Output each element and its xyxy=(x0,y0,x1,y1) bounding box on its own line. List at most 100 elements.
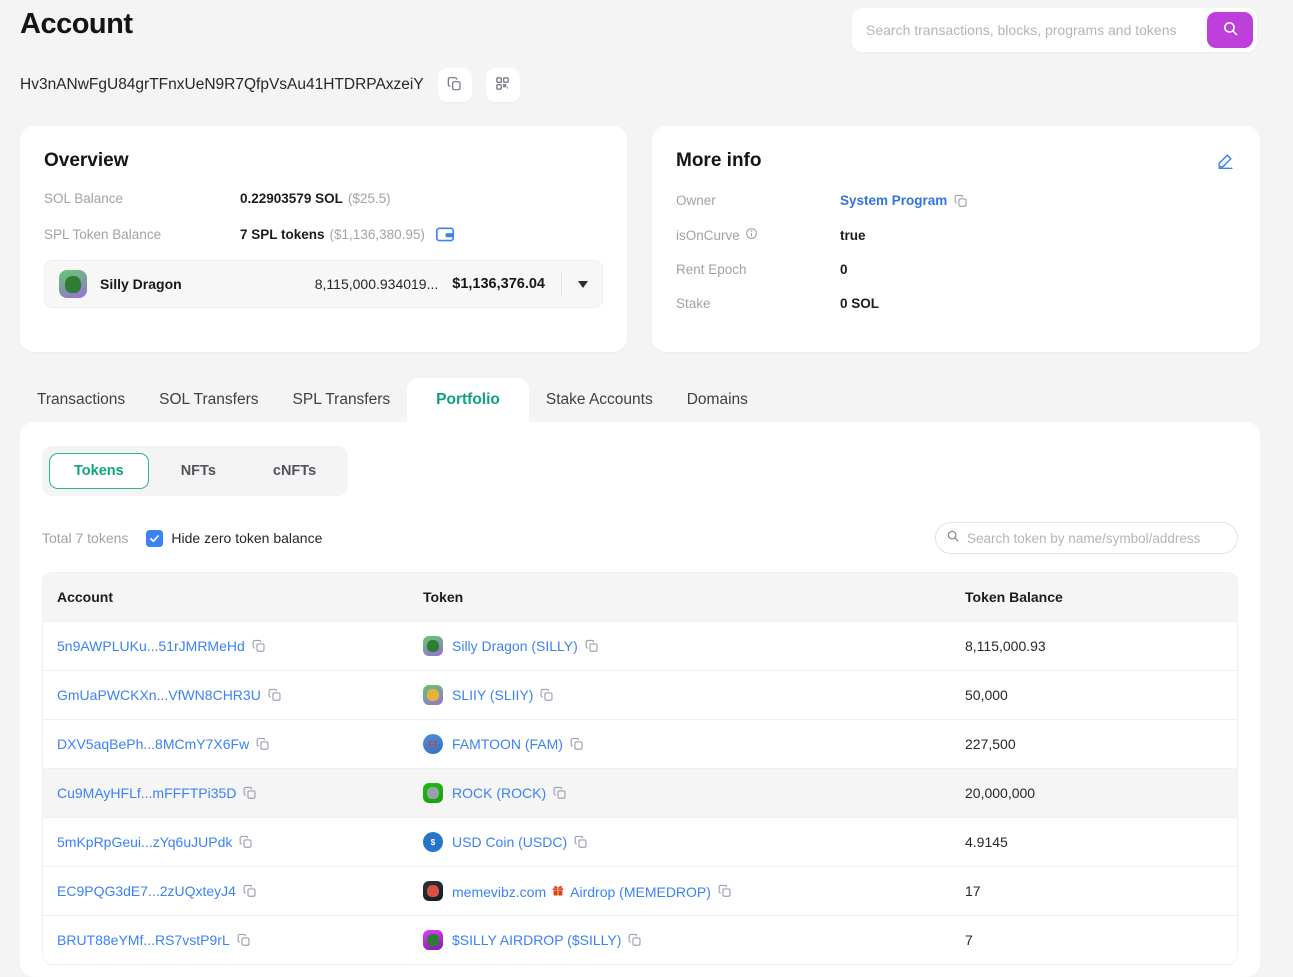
overview-row-value: 0.22903579 SOL xyxy=(240,191,343,206)
copy-icon[interactable] xyxy=(256,737,270,751)
global-search-input[interactable] xyxy=(852,22,1207,38)
qr-code-icon xyxy=(495,76,510,94)
token-link[interactable]: FAMTOON (FAM) xyxy=(452,736,563,752)
token-selector-amount: 8,115,000.934019... xyxy=(314,276,439,292)
subtab-nfts[interactable]: NFTs xyxy=(156,453,241,489)
copy-icon xyxy=(447,76,463,95)
copy-icon[interactable] xyxy=(252,639,266,653)
address-row: Hv3nANwFgU84grTFnxUeN9R7QfpVsAu41HTDRPAx… xyxy=(20,68,1293,102)
column-header-token: Token xyxy=(423,589,464,605)
global-search xyxy=(852,8,1257,52)
overview-title: Overview xyxy=(44,150,129,171)
hide-zero-balance-toggle[interactable]: Hide zero token balance xyxy=(146,529,322,547)
token-art xyxy=(427,689,439,701)
page-title: Account xyxy=(20,8,133,40)
more-info-row: Stake 0 SOL xyxy=(676,296,1236,311)
account-address-link[interactable]: GmUaPWCKXn...VfWN8CHR3U xyxy=(57,687,261,703)
copy-icon[interactable] xyxy=(243,884,257,898)
copy-icon[interactable] xyxy=(268,688,282,702)
token-link[interactable]: SLIIY (SLIIY) xyxy=(452,687,533,703)
column-header-token-balance: Token Balance xyxy=(965,589,1063,605)
overview-row-usd: ($25.5) xyxy=(347,191,391,206)
table-header-row: Account Token Token Balance xyxy=(43,573,1237,621)
copy-icon[interactable] xyxy=(570,737,584,751)
token-balance-cell: 20,000,000 xyxy=(965,785,1036,801)
portfolio-panel: Tokens NFTs cNFTs Total 7 tokens Hide zero… xyxy=(20,422,1260,977)
more-info-row-label: Owner xyxy=(676,193,716,208)
token-link[interactable]: Silly Dragon (SILLY) xyxy=(452,638,578,654)
account-address-link[interactable]: EC9PQG3dE7...2zUQxteyJ4 xyxy=(57,883,236,899)
copy-icon[interactable] xyxy=(239,835,253,849)
overview-row-usd: ($1,136,380.95) xyxy=(329,226,425,242)
copy-icon[interactable] xyxy=(718,884,732,898)
more-info-row-label: Stake xyxy=(676,296,711,311)
owner-link[interactable]: System Program xyxy=(840,193,947,208)
account-cell: 5mKpRpGeui...zYq6uJUPdk xyxy=(57,834,423,850)
token-icon: FT xyxy=(423,734,443,754)
table-row: 5n9AWPLUKu...51rJMRMeHd Silly Dragon (SIL… xyxy=(43,621,1237,670)
copy-address-button[interactable] xyxy=(437,68,472,102)
chevron-down-icon[interactable] xyxy=(578,280,588,288)
copy-icon[interactable] xyxy=(553,786,567,800)
token-cell: $ USD Coin (USDC) xyxy=(423,832,965,852)
account-cell: EC9PQG3dE7...2zUQxteyJ4 xyxy=(57,883,423,899)
search-button[interactable] xyxy=(1207,12,1253,48)
tab-stake-accounts[interactable]: Stake Accounts xyxy=(529,378,670,422)
token-art xyxy=(427,787,439,799)
pencil-icon xyxy=(1217,154,1234,172)
token-table: Account Token Token Balance 5n9AWPLUKu...51… xyxy=(42,572,1238,965)
overview-card: Overview SOL Balance 0.22903579 SOL ($25.5… xyxy=(20,126,627,352)
copy-icon[interactable] xyxy=(237,933,251,947)
token-icon: $ xyxy=(423,832,443,852)
subtab-tokens[interactable]: Tokens xyxy=(49,453,149,489)
token-search-input[interactable] xyxy=(967,530,1227,546)
more-info-row-label: isOnCurve xyxy=(676,227,840,243)
account-address-link[interactable]: DXV5aqBePh...8MCmY7X6Fw xyxy=(57,736,249,752)
tab-domains[interactable]: Domains xyxy=(670,378,765,422)
top-bar: Account xyxy=(0,0,1293,52)
token-balance-cell: 50,000 xyxy=(965,687,1008,703)
subtab-cnfts[interactable]: cNFTs xyxy=(248,453,341,489)
token-link[interactable]: $SILLY AIRDROP ($SILLY) xyxy=(452,932,621,948)
tab-spl-transfers[interactable]: SPL Transfers xyxy=(276,378,408,422)
copy-icon[interactable] xyxy=(954,194,968,208)
checkbox-checked-icon[interactable] xyxy=(146,529,164,547)
table-row: EC9PQG3dE7...2zUQxteyJ4 memevibz.com Airdr… xyxy=(43,866,1237,915)
search-icon xyxy=(1222,20,1239,40)
overview-rows: SOL Balance 0.22903579 SOL ($25.5) SPL Toke… xyxy=(44,191,603,243)
qr-code-button[interactable] xyxy=(485,68,520,102)
token-icon xyxy=(423,636,443,656)
info-icon[interactable] xyxy=(745,227,758,243)
token-balance-cell: 8,115,000.93 xyxy=(965,638,1046,654)
token-link[interactable]: memevibz.com Airdrop (MEMEDROP) xyxy=(452,883,711,900)
portfolio-subtabs: Tokens NFTs cNFTs xyxy=(42,446,349,496)
account-address-link[interactable]: 5mKpRpGeui...zYq6uJUPdk xyxy=(57,834,232,850)
token-selector-name: Silly Dragon xyxy=(100,276,182,292)
token-cell: $SILLY AIRDROP ($SILLY) xyxy=(423,930,965,950)
token-link[interactable]: USD Coin (USDC) xyxy=(452,834,567,850)
token-link[interactable]: ROCK (ROCK) xyxy=(452,785,546,801)
copy-icon[interactable] xyxy=(574,835,588,849)
copy-icon[interactable] xyxy=(628,933,642,947)
account-cell: GmUaPWCKXn...VfWN8CHR3U xyxy=(57,687,423,703)
search-icon xyxy=(946,529,960,548)
tab-portfolio[interactable]: Portfolio xyxy=(407,378,529,422)
account-cell: Cu9MAyHFLf...mFFFTPi35D xyxy=(57,785,423,801)
overview-row: SPL Token Balance 7 SPL tokens ($1,136,380… xyxy=(44,225,603,243)
account-address-link[interactable]: Cu9MAyHFLf...mFFFTPi35D xyxy=(57,785,236,801)
copy-icon[interactable] xyxy=(243,786,257,800)
silly-dragon-token-icon xyxy=(59,270,87,298)
token-cell: FT FAMTOON (FAM) xyxy=(423,734,965,754)
wallet-icon[interactable] xyxy=(435,225,455,243)
tab-transactions[interactable]: Transactions xyxy=(20,378,142,422)
copy-icon[interactable] xyxy=(540,688,554,702)
account-address-link[interactable]: 5n9AWPLUKu...51rJMRMeHd xyxy=(57,638,245,654)
copy-icon[interactable] xyxy=(585,639,599,653)
more-info-row-value: true xyxy=(840,227,866,243)
account-address-link[interactable]: BRUT88eYMf...RS7vstP9rL xyxy=(57,932,230,948)
token-balance-cell: 17 xyxy=(965,883,981,899)
edit-button[interactable] xyxy=(1215,150,1236,174)
tab-sol-transfers[interactable]: SOL Transfers xyxy=(142,378,275,422)
token-selector-dropdown[interactable]: Silly Dragon 8,115,000.934019... $1,136,… xyxy=(44,260,603,308)
token-art xyxy=(427,934,439,946)
